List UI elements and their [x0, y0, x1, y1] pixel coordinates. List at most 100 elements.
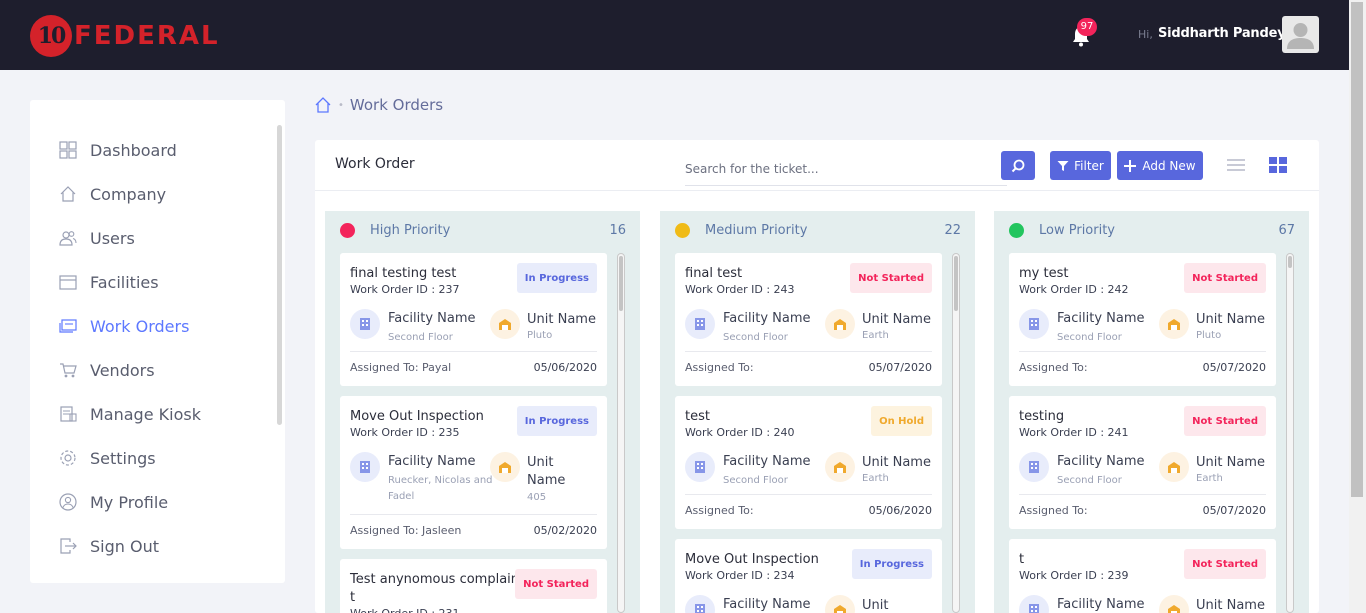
status-badge: Not Started [1184, 263, 1266, 293]
search-button[interactable] [1001, 151, 1035, 180]
sidebar-item-manage-kiosk[interactable]: Manage Kiosk [58, 402, 201, 426]
work-order-panel: Work Order Filter Add New High Priority … [315, 140, 1319, 613]
column-scrollbar-thumb[interactable] [954, 256, 958, 311]
facility-icon [685, 452, 715, 482]
home-icon [58, 184, 78, 204]
user-avatar-icon [1287, 23, 1314, 49]
sidebar-item-facilities[interactable]: Facilities [58, 270, 159, 294]
card-divider [1019, 494, 1266, 495]
card-date: 05/07/2020 [1202, 504, 1266, 517]
sidebar-item-vendors[interactable]: Vendors [58, 358, 155, 382]
unit-icon [490, 309, 520, 339]
sidebar-item-label: Vendors [90, 360, 155, 380]
sidebar-item-users[interactable]: Users [58, 226, 135, 250]
filter-button[interactable]: Filter [1050, 151, 1111, 180]
work-order-card[interactable]: final testing test Work Order ID : 237 I… [340, 253, 607, 386]
column-scrollbar-thumb[interactable] [1288, 256, 1292, 268]
status-badge: Not Started [1184, 406, 1266, 436]
sidebar-item-company[interactable]: Company [58, 182, 166, 206]
card-divider [350, 514, 597, 515]
facility-label: Facility Name [388, 311, 476, 326]
page-scrollbar[interactable] [1349, 0, 1366, 613]
sidebar-item-work-orders[interactable]: Work Orders [58, 314, 189, 338]
column-medium-priority: Medium Priority 22 final test Work Order… [660, 211, 975, 613]
facility-label: Facility Name [1057, 311, 1145, 326]
work-order-card[interactable]: t Work Order ID : 239 Not Started Facili… [1009, 539, 1276, 613]
sidebar-item-sign-out[interactable]: Sign Out [58, 534, 159, 558]
unit-icon [825, 595, 855, 613]
logo[interactable]: 10 FEDERAL [30, 14, 220, 58]
facility-icon [350, 452, 380, 482]
column-title: Medium Priority [705, 223, 808, 238]
card-id: Work Order ID : 237 [350, 283, 460, 296]
work-order-card[interactable]: Test anynomous complaint Work Order ID :… [340, 559, 607, 613]
work-order-card[interactable]: my test Work Order ID : 242 Not Started … [1009, 253, 1276, 386]
grid-view-icon[interactable] [1269, 157, 1287, 173]
card-date: 05/07/2020 [1202, 361, 1266, 374]
work-order-card[interactable]: test Work Order ID : 240 On Hold Facilit… [675, 396, 942, 529]
search-input[interactable] [685, 152, 1007, 186]
sidebar-item-label: My Profile [90, 492, 169, 512]
card-divider [685, 351, 932, 352]
work-order-card[interactable]: final test Work Order ID : 243 Not Start… [675, 253, 942, 386]
unit-icon [825, 309, 855, 339]
work-orders-icon [58, 316, 78, 336]
sidebar-item-label: Sign Out [90, 536, 159, 556]
unit-value: 405 [527, 492, 547, 503]
column-scrollbar[interactable] [952, 253, 960, 613]
priority-dot [1009, 223, 1024, 238]
home-icon[interactable] [314, 96, 332, 114]
status-badge: Not Started [850, 263, 932, 293]
facility-icon [1019, 452, 1049, 482]
column-title: Low Priority [1039, 223, 1116, 238]
facility-value: Second Floor [723, 475, 788, 486]
filter-label: Filter [1074, 158, 1104, 173]
card-date: 05/06/2020 [868, 504, 932, 517]
assigned-to: Assigned To: [1019, 361, 1088, 374]
column-high-priority: High Priority 16 final testing test Work… [325, 211, 640, 613]
add-new-label: Add New [1142, 158, 1196, 173]
list-view-icon[interactable] [1227, 157, 1245, 173]
user-name[interactable]: Siddharth Pandey [1158, 26, 1286, 41]
unit-label: Unit Name [527, 312, 596, 327]
unit-value: Earth [862, 330, 889, 341]
column-scrollbar[interactable] [617, 253, 625, 613]
column-low-priority: Low Priority 67 my test Work Order ID : … [994, 211, 1309, 613]
card-title: Test anynomous complaint [350, 572, 520, 605]
column-scrollbar[interactable] [1286, 253, 1294, 613]
work-order-card[interactable]: Move Out Inspection Work Order ID : 234 … [675, 539, 942, 613]
column-scrollbar-thumb[interactable] [619, 256, 623, 311]
card-divider [350, 351, 597, 352]
status-badge: In Progress [516, 406, 597, 436]
card-title: Move Out Inspection [350, 409, 484, 424]
facility-value: Second Floor [388, 332, 453, 343]
sidebar-item-settings[interactable]: Settings [58, 446, 156, 470]
work-order-card[interactable]: testing Work Order ID : 241 Not Started … [1009, 396, 1276, 529]
sidebar-scrollbar[interactable] [277, 125, 282, 425]
assigned-to: Assigned To: [685, 504, 754, 517]
profile-icon [58, 492, 78, 512]
gear-icon [58, 448, 78, 468]
sidebar-item-label: Dashboard [90, 140, 177, 160]
sidebar-item-label: Settings [90, 448, 156, 468]
facilities-icon [58, 272, 78, 292]
sidebar-item-my-profile[interactable]: My Profile [58, 490, 168, 514]
unit-label: Unit Name [862, 455, 931, 470]
card-id: Work Order ID : 231 [350, 607, 460, 613]
add-new-button[interactable]: Add New [1117, 151, 1203, 180]
work-order-card[interactable]: Move Out Inspection Work Order ID : 235 … [340, 396, 607, 549]
card-title: Move Out Inspection [685, 552, 819, 567]
card-id: Work Order ID : 235 [350, 426, 460, 439]
card-id: Work Order ID : 234 [685, 569, 795, 582]
sidebar-item-dashboard[interactable]: Dashboard [58, 138, 177, 162]
avatar[interactable] [1282, 16, 1319, 53]
facility-value: Second Floor [1057, 332, 1122, 343]
unit-label: Unit Name [1196, 598, 1265, 613]
card-title: final testing test [350, 266, 457, 281]
card-id: Work Order ID : 242 [1019, 283, 1129, 296]
page-scrollbar-thumb[interactable] [1351, 2, 1363, 497]
filter-icon [1057, 160, 1069, 171]
vendors-icon [58, 360, 78, 380]
breadcrumb-separator: • [338, 99, 344, 111]
unit-label: Unit Name [862, 312, 931, 327]
